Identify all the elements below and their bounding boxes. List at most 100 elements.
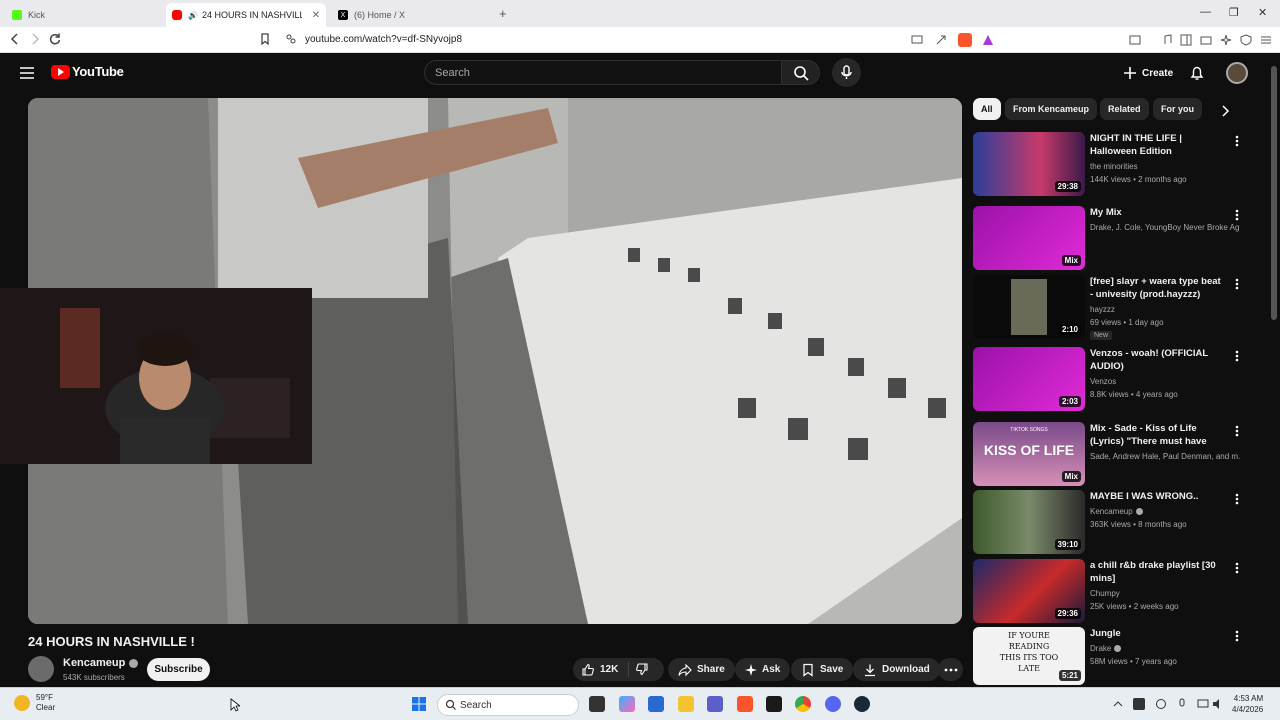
more-vert-icon[interactable]: [1232, 424, 1242, 438]
taskbar-search[interactable]: Search: [437, 694, 579, 716]
rec-channel[interactable]: Kencameup: [1090, 507, 1240, 516]
recommendation-item[interactable]: 2:03 Venzos - woah! (OFFICIAL AUDIO) Ven…: [973, 347, 1243, 411]
app-tray-icon[interactable]: [1133, 698, 1145, 710]
dislike-button[interactable]: [635, 662, 649, 676]
rec-channel[interactable]: Sade, Andrew Hale, Paul Denman, and m...: [1090, 452, 1240, 461]
browser-menu-icon[interactable]: [1259, 33, 1273, 47]
chip-for-you[interactable]: For you: [1153, 98, 1202, 120]
media-icon[interactable]: [1160, 33, 1174, 47]
leo-ai-icon[interactable]: [1219, 33, 1233, 47]
terminal-app-icon[interactable]: [766, 696, 782, 712]
wallet-icon[interactable]: [1199, 33, 1213, 47]
bookmark-icon[interactable]: [258, 32, 274, 48]
more-vert-icon[interactable]: [1232, 349, 1242, 363]
rec-title[interactable]: a chill r&b drake playlist [30 mins]: [1090, 559, 1226, 585]
back-icon[interactable]: [8, 32, 24, 48]
video-thumbnail[interactable]: TIKTOK SONGS KISS OF LIFE Mix: [973, 422, 1085, 486]
more-vert-icon[interactable]: [1232, 629, 1242, 643]
ask-button[interactable]: Ask: [735, 658, 791, 681]
more-vert-icon[interactable]: [1232, 208, 1242, 222]
new-tab-button[interactable]: +: [499, 6, 507, 21]
recommendation-item[interactable]: IF YOURE READING THIS ITS TOO LATE 5:21 …: [973, 627, 1243, 685]
windows-start-icon[interactable]: [411, 696, 427, 712]
notifications-bell-icon[interactable]: [1188, 64, 1206, 82]
store-icon[interactable]: [648, 696, 664, 712]
more-vert-icon[interactable]: [1232, 277, 1242, 291]
reload-icon[interactable]: [48, 32, 64, 48]
tab-x[interactable]: X (6) Home / X: [332, 3, 492, 27]
like-button[interactable]: 12K: [581, 658, 618, 681]
task-view-icon[interactable]: [589, 696, 605, 712]
recommendation-item[interactable]: 39:10 MAYBE I WAS WRONG.. Kencameup 363K…: [973, 490, 1243, 554]
recommendation-item[interactable]: 29:38 NIGHT IN THE LIFE | Halloween Edit…: [973, 132, 1243, 196]
video-thumbnail[interactable]: 2:10: [973, 275, 1085, 339]
subscribe-button[interactable]: Subscribe: [147, 658, 210, 681]
hamburger-menu-icon[interactable]: [18, 65, 36, 81]
search-button[interactable]: [782, 60, 820, 85]
recommendation-item[interactable]: 2:10 [free] slayr + waera type beat - un…: [973, 275, 1243, 340]
chevron-right-icon[interactable]: [1218, 104, 1232, 118]
scrollbar-thumb[interactable]: [1271, 66, 1277, 320]
tab-manager-icon[interactable]: [1128, 33, 1142, 47]
cast-icon[interactable]: [910, 33, 924, 47]
minimize-icon[interactable]: —: [1200, 6, 1211, 18]
network-tray-icon[interactable]: [1155, 698, 1167, 710]
weather-widget[interactable]: 59°F Clear: [14, 693, 55, 713]
download-button[interactable]: Download: [853, 658, 940, 681]
mic-tray-icon[interactable]: [1176, 698, 1188, 710]
more-vert-icon[interactable]: [1232, 492, 1242, 506]
steam-icon[interactable]: [854, 696, 870, 712]
rec-title[interactable]: Jungle: [1090, 627, 1226, 640]
rec-channel[interactable]: Drake, J. Cole, YoungBoy Never Broke Ag.…: [1090, 223, 1240, 232]
sidebar-icon[interactable]: [1179, 33, 1193, 47]
brave-browser-icon[interactable]: [737, 696, 753, 712]
account-avatar[interactable]: [1226, 62, 1248, 84]
create-button[interactable]: Create: [1115, 61, 1181, 85]
brave-rewards-icon[interactable]: [981, 33, 995, 47]
rec-title[interactable]: Venzos - woah! (OFFICIAL AUDIO): [1090, 347, 1226, 373]
share-button[interactable]: Share: [668, 658, 735, 681]
rec-title[interactable]: NIGHT IN THE LIFE | Halloween Edition: [1090, 132, 1226, 158]
video-thumbnail[interactable]: Mix: [973, 206, 1085, 270]
show-hidden-icons-icon[interactable]: [1112, 698, 1124, 710]
rec-channel[interactable]: hayzzz: [1090, 305, 1240, 314]
volume-tray-icon[interactable]: [1212, 698, 1224, 710]
url-text[interactable]: youtube.com/watch?v=df-SNyvojp8: [305, 34, 462, 45]
forward-icon[interactable]: [28, 32, 44, 48]
rec-title[interactable]: Mix - Sade - Kiss of Life (Lyrics) "Ther…: [1090, 422, 1226, 449]
rec-channel[interactable]: Venzos: [1090, 377, 1240, 386]
tab-youtube[interactable]: 🔊 24 HOURS IN NASHVILLE ! - Y ✕: [166, 3, 326, 27]
vpn-icon[interactable]: [1239, 33, 1253, 47]
recommendation-item[interactable]: 29:36 a chill r&b drake playlist [30 min…: [973, 559, 1243, 623]
youtube-logo[interactable]: YouTube: [51, 64, 124, 79]
rec-channel[interactable]: the minorities: [1090, 162, 1240, 171]
more-actions-button[interactable]: [938, 658, 963, 681]
chip-all[interactable]: All: [973, 98, 1001, 120]
brave-shields-icon[interactable]: [958, 33, 972, 47]
video-thumbnail[interactable]: 39:10: [973, 490, 1085, 554]
video-thumbnail[interactable]: IF YOURE READING THIS ITS TOO LATE 5:21: [973, 627, 1085, 685]
more-vert-icon[interactable]: [1232, 134, 1242, 148]
teams-icon[interactable]: [707, 696, 723, 712]
video-thumbnail[interactable]: 29:36: [973, 559, 1085, 623]
more-vert-icon[interactable]: [1232, 561, 1242, 575]
video-thumbnail[interactable]: 2:03: [973, 347, 1085, 411]
rec-channel[interactable]: Drake: [1090, 644, 1240, 653]
system-clock[interactable]: 4:53 AM 4/4/2026: [1232, 693, 1263, 715]
recommendation-item[interactable]: TIKTOK SONGS KISS OF LIFE Mix Mix - Sade…: [973, 422, 1243, 486]
site-settings-icon[interactable]: [284, 32, 300, 48]
close-tab-icon[interactable]: ✕: [312, 10, 320, 21]
close-window-icon[interactable]: ✕: [1258, 6, 1267, 19]
chip-from-kencameup[interactable]: From Kencameup: [1005, 98, 1098, 120]
copilot-icon[interactable]: [619, 696, 635, 712]
share-page-icon[interactable]: [934, 33, 948, 47]
rec-title[interactable]: [free] slayr + waera type beat - univesi…: [1090, 275, 1226, 301]
rec-title[interactable]: MAYBE I WAS WRONG..: [1090, 490, 1226, 503]
voice-search-icon[interactable]: [832, 58, 861, 87]
restore-icon[interactable]: ❐: [1229, 6, 1239, 19]
chrome-icon[interactable]: [795, 696, 811, 712]
save-button[interactable]: Save: [791, 658, 854, 681]
tab-kick[interactable]: Kick: [6, 3, 166, 27]
channel-avatar[interactable]: [28, 656, 54, 682]
file-explorer-icon[interactable]: [678, 696, 694, 712]
